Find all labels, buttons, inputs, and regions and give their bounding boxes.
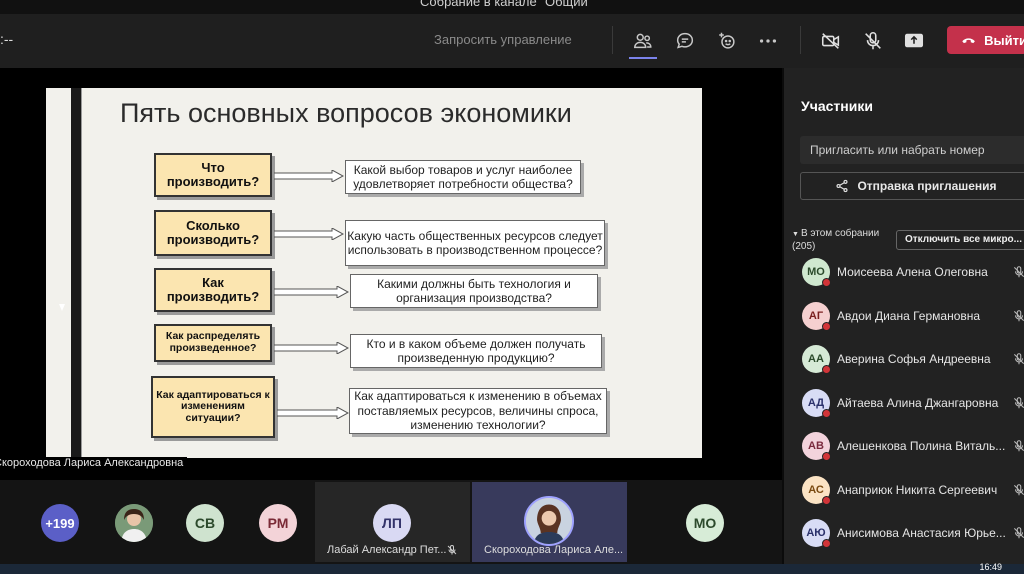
mouse-cursor-icon: [59, 304, 65, 311]
camera-off-icon[interactable]: [817, 27, 845, 55]
participant-tile[interactable]: МО: [627, 482, 782, 562]
presenter-name-label: Скороходова Лариса Александровна: [0, 457, 188, 471]
participant-tile-active-speaker[interactable]: Скороходова Лариса Але...: [472, 482, 627, 562]
arrow-icon: [273, 341, 350, 355]
answer-box: Кто и в каком объеме должен получать про…: [350, 334, 602, 368]
mic-off-icon: [1013, 527, 1024, 539]
teams-meeting-window: Собрание в канале "Общий" :-- Запросить …: [0, 0, 1024, 574]
toolbar-divider: [800, 26, 801, 54]
participant-name: Алешенкова Полина Виталь...: [837, 439, 1006, 453]
presentation-slide: Пять основных вопросов экономики Что про…: [46, 88, 702, 458]
arrow-icon: [276, 406, 350, 420]
shared-content-stage: Пять основных вопросов экономики Что про…: [0, 68, 782, 480]
avatar-photo: [115, 504, 153, 542]
meeting-toolbar: :-- Запросить управление Выйти: [0, 14, 1024, 68]
toolbar-divider: [612, 26, 613, 54]
chat-icon[interactable]: [671, 27, 699, 55]
participant-row[interactable]: АА Аверина Софья Андреевна: [784, 341, 1024, 385]
participant-name: Анисимова Анастасия Юрье...: [837, 526, 1006, 540]
phone-icon: [962, 38, 975, 44]
leave-label: Выйти: [984, 32, 1024, 48]
invite-input[interactable]: Пригласить или набрать номер: [800, 136, 1024, 164]
question-box: Как распределять произведенное?: [154, 324, 272, 362]
answer-box: Какой выбор товаров и услуг наиболее удо…: [345, 160, 581, 194]
participant-tile[interactable]: ЛП Лабай Александр Пет...: [315, 482, 470, 562]
overflow-tile[interactable]: +199: [0, 482, 122, 562]
question-box: Что производить?: [154, 153, 272, 197]
participant-row[interactable]: АГ Авдои Диана Германовна: [784, 298, 1024, 342]
answer-box: Как адаптироваться к изменению в объемах…: [349, 388, 607, 434]
avatar: РМ: [259, 504, 297, 542]
participant-row[interactable]: АЮ Анисимова Анастасия Юрье...: [784, 515, 1024, 559]
arrow-icon: [273, 169, 345, 183]
participant-tile[interactable]: СВ: [165, 482, 245, 562]
avatar: +199: [41, 504, 79, 542]
participant-name: Моисеева Алена Олеговна: [837, 265, 988, 279]
panel-title: Участники: [801, 98, 873, 114]
answer-box: Какую часть общественных ресурсов следуе…: [345, 220, 605, 266]
slide-decor-bar: [71, 88, 81, 458]
avatar: МО: [686, 504, 724, 542]
chevron-down-icon: ▼: [792, 231, 799, 238]
participants-panel: Участники Пригласить или набрать номер О…: [784, 68, 1024, 564]
participant-list: МО Моисеева Алена Олеговна АГ Авдои Диан…: [784, 254, 1024, 559]
mic-off-icon: [1013, 396, 1024, 408]
slide-decor-line: [81, 88, 82, 458]
mic-off-icon: [1013, 266, 1024, 278]
status-badge: [822, 408, 831, 418]
share-invite-label: Отправка приглашения: [857, 179, 997, 193]
slide-title: Пять основных вопросов экономики: [120, 98, 572, 128]
participant-tile[interactable]: [105, 482, 165, 562]
status-badge: [822, 539, 831, 548]
participant-name: Айтаева Алина Джангаровна: [837, 395, 999, 410]
status-badge: [822, 321, 831, 331]
taskbar-clock: 16:49: [979, 562, 1002, 572]
participant-row[interactable]: МО Моисеева Алена Олеговна: [784, 254, 1024, 298]
mic-off-icon[interactable]: [859, 27, 887, 55]
os-taskbar: 16:49: [0, 562, 1024, 574]
avatar: ЛП: [373, 504, 411, 542]
leave-button[interactable]: Выйти: [947, 26, 1024, 54]
participant-name: Лабай Александр Пет...: [327, 544, 447, 556]
participant-tiles: +199 СВ РМ ЛП Лабай Александр Пет... Ско…: [0, 480, 782, 564]
status-badge: [822, 495, 831, 505]
mute-all-button[interactable]: Отключить все микро...: [896, 230, 1024, 250]
participant-tile[interactable]: РМ: [240, 482, 315, 562]
participant-row[interactable]: АС Анаприюк Никита Сергеевич: [784, 472, 1024, 516]
participant-name: Авдои Диана Германовна: [837, 308, 981, 323]
avatar: СВ: [186, 504, 224, 542]
title-bar: Собрание в канале "Общий": [0, 0, 1024, 14]
participant-row[interactable]: АД Айтаева Алина Джангаровна: [784, 385, 1024, 429]
share-icon: [836, 179, 848, 193]
status-badge: [822, 452, 831, 461]
request-control-button[interactable]: Запросить управление: [434, 32, 572, 47]
question-box: Как производить?: [154, 268, 272, 312]
participant-name: Аверина Софья Андреевна: [837, 352, 991, 366]
section-label: В этом собрании (205): [792, 228, 880, 252]
answer-box: Какими должны быть технология и организа…: [350, 274, 598, 308]
arrow-icon: [273, 227, 345, 241]
mic-off-icon: [1013, 309, 1024, 321]
question-box: Сколько производить?: [154, 210, 272, 256]
status-badge: [822, 278, 831, 287]
participant-name: Скороходова Лариса Але...: [484, 544, 624, 556]
more-icon[interactable]: [754, 27, 782, 55]
mic-off-icon: [1013, 353, 1024, 365]
avatar-photo: [524, 496, 574, 546]
mic-off-icon: [1013, 440, 1024, 452]
status-badge: [822, 365, 831, 374]
meeting-timer: :--: [0, 31, 14, 47]
share-invite-button[interactable]: Отправка приглашения: [800, 172, 1024, 200]
question-box: Как адаптироваться к изменениям ситуации…: [151, 376, 275, 438]
arrow-icon: [273, 285, 350, 299]
mic-off-icon: [447, 545, 457, 555]
mic-off-icon: [1013, 483, 1024, 495]
in-meeting-section-toggle[interactable]: ▼ В этом собрании (205): [792, 228, 892, 253]
people-icon[interactable]: [629, 27, 657, 59]
window-title: Собрание в канале "Общий": [420, 0, 593, 9]
participant-row[interactable]: АВ Алешенкова Полина Виталь...: [784, 428, 1024, 472]
reactions-icon[interactable]: [713, 27, 741, 55]
share-screen-icon[interactable]: [900, 27, 928, 55]
participant-name: Анаприюк Никита Сергеевич: [837, 482, 998, 497]
